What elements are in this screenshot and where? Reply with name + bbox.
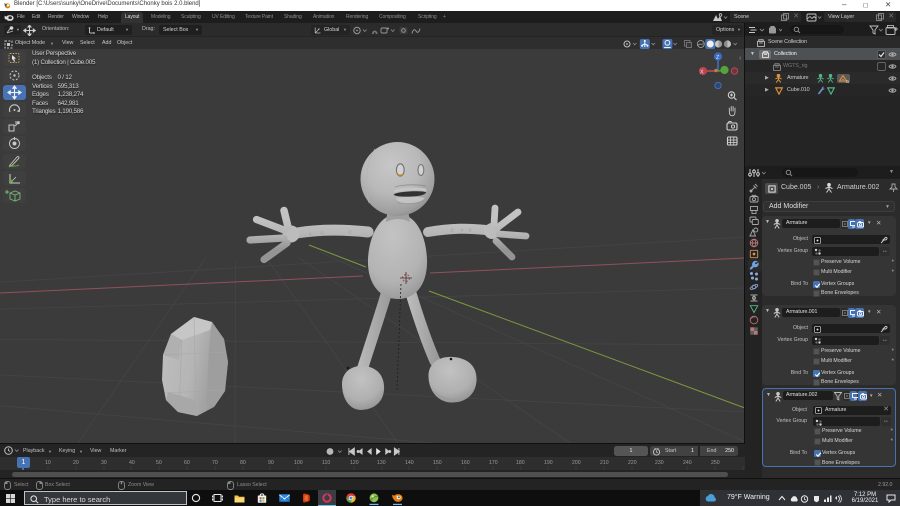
svg-text:‹: ‹	[739, 55, 742, 62]
svg-text:X: X	[700, 70, 704, 76]
